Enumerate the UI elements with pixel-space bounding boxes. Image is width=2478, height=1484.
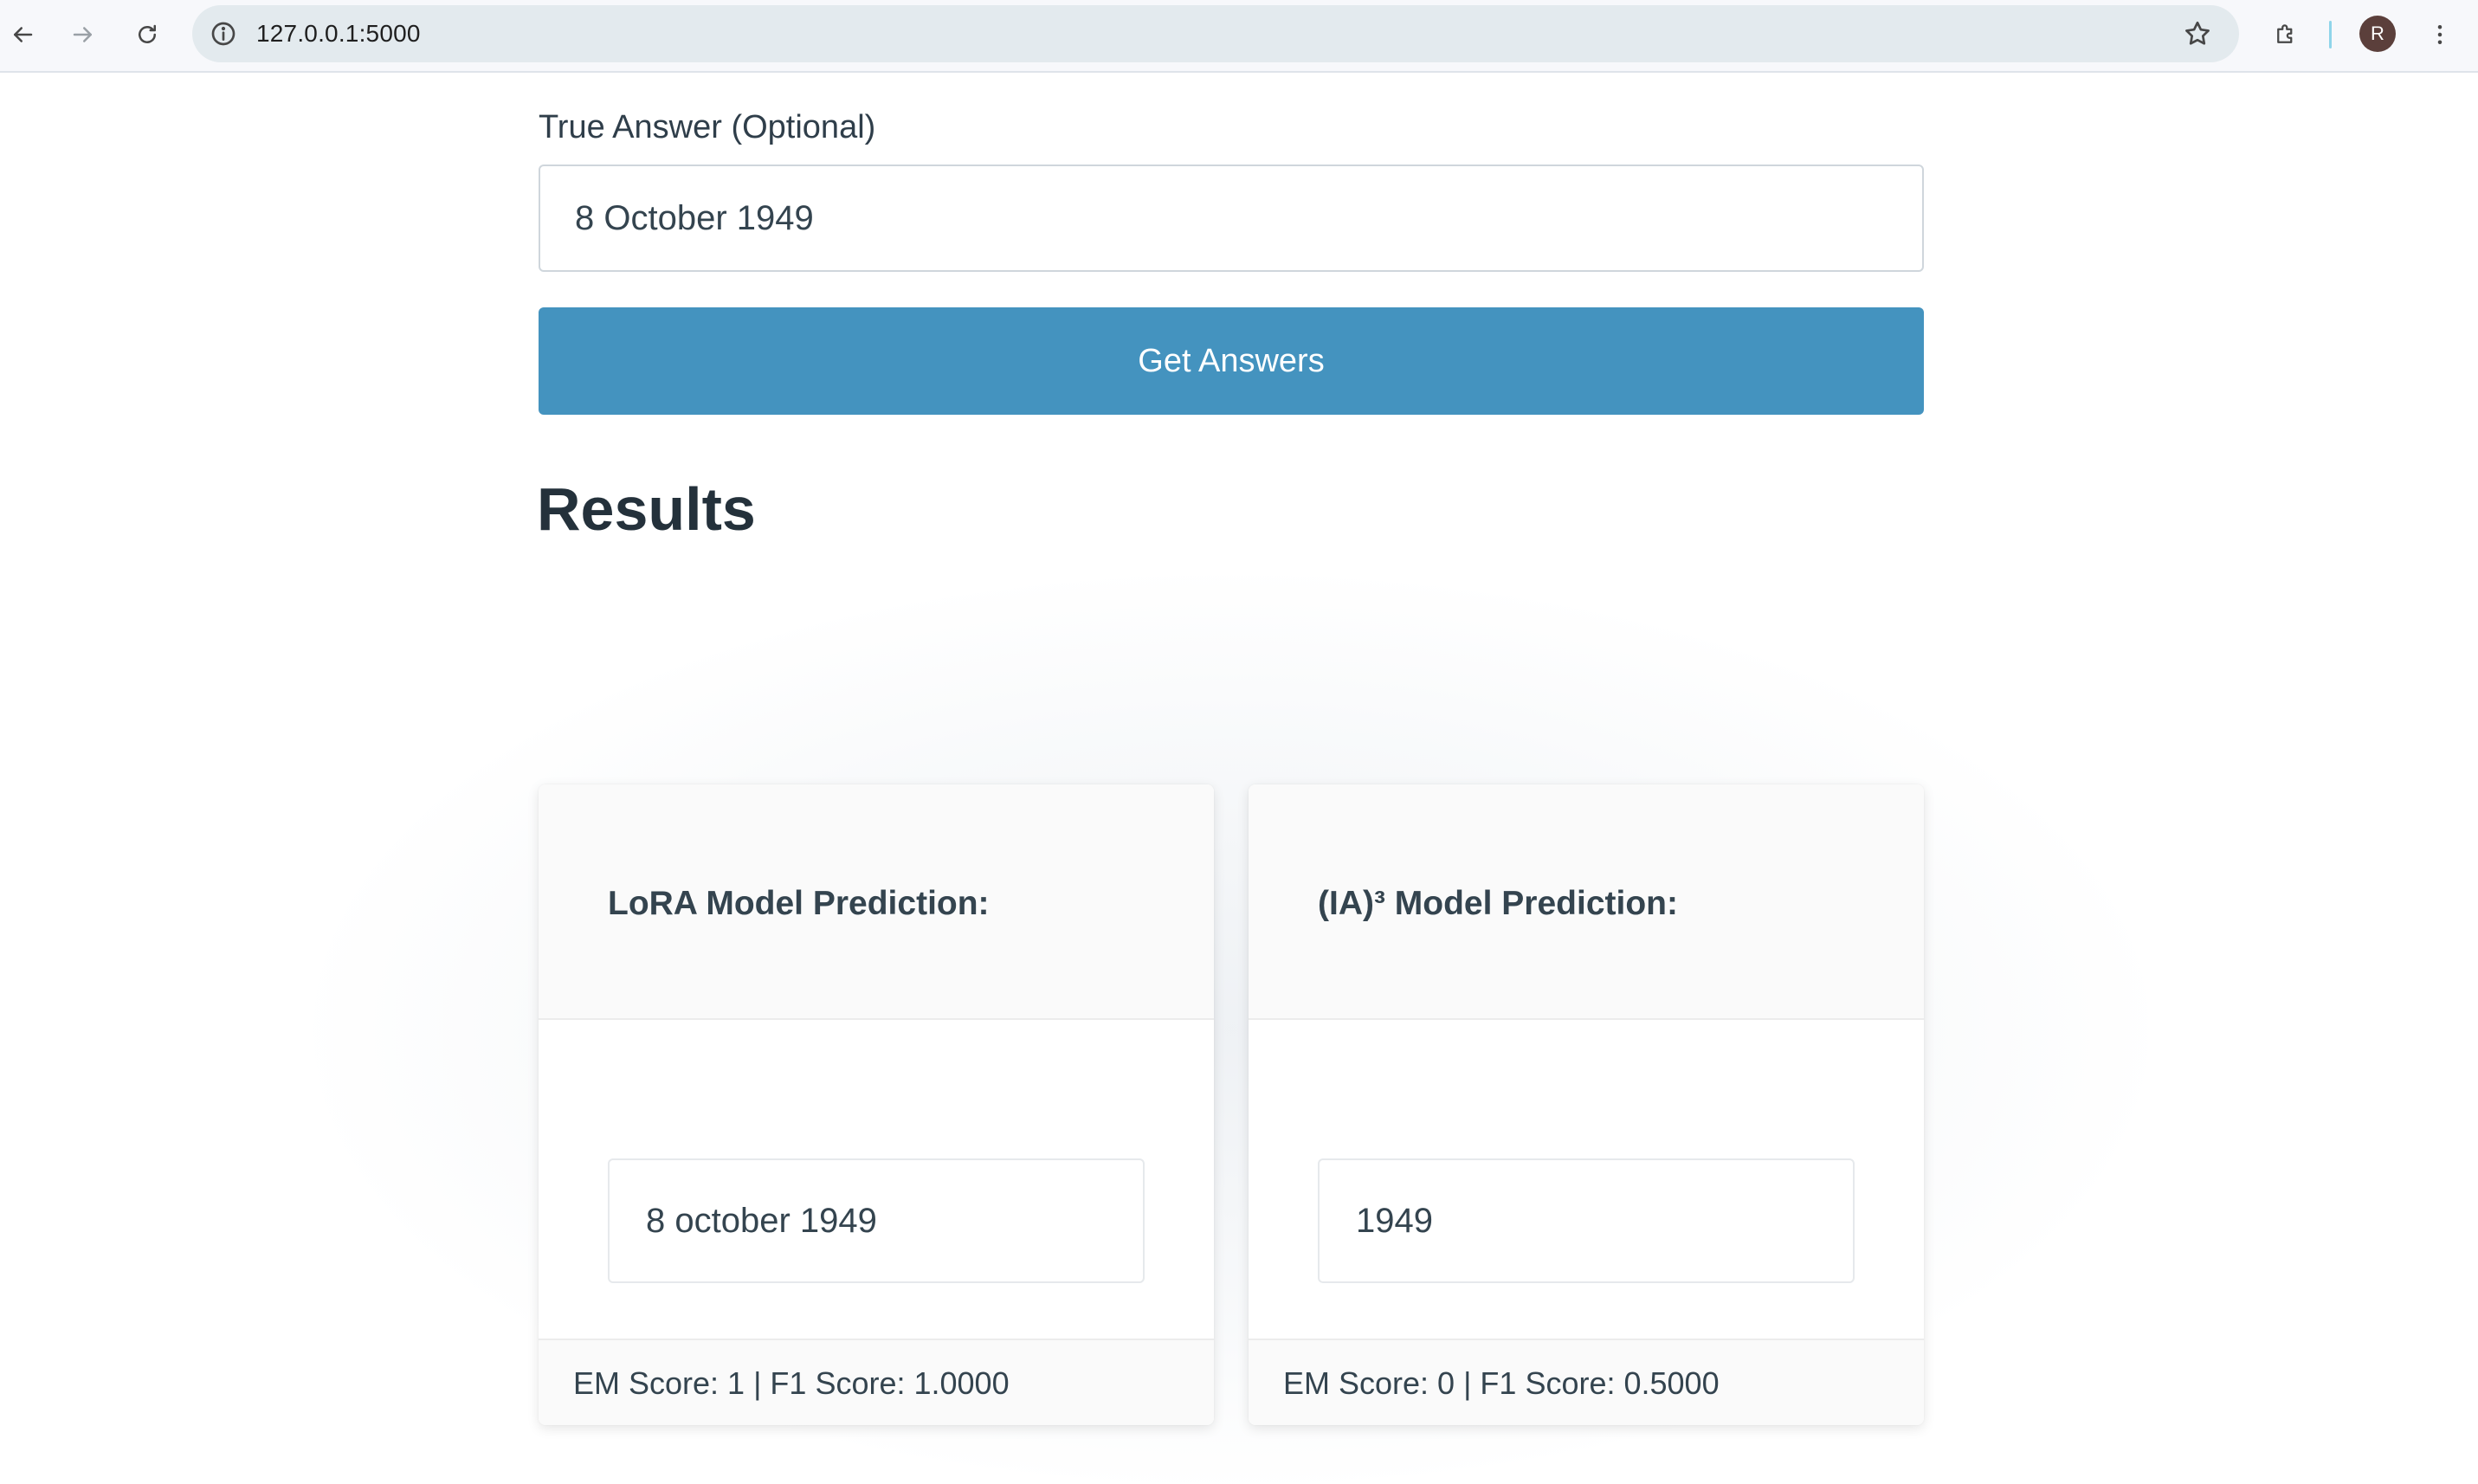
- prediction-answer: 8 october 1949: [608, 1158, 1145, 1283]
- back-button[interactable]: [0, 12, 45, 57]
- reload-button[interactable]: [125, 12, 170, 57]
- browser-menu-button[interactable]: [2417, 12, 2462, 57]
- true-answer-input[interactable]: [539, 165, 1924, 272]
- forward-button[interactable]: [61, 12, 106, 57]
- browser-toolbar: 127.0.0.1:5000 R: [0, 0, 2478, 73]
- card-header: LoRA Model Prediction:: [539, 784, 1214, 1020]
- get-answers-button[interactable]: Get Answers: [539, 307, 1924, 415]
- star-icon[interactable]: [2182, 18, 2213, 49]
- results-container: LoRA Model Prediction: 8 october 1949 EM…: [313, 575, 2149, 1484]
- prediction-answer: 1949: [1318, 1158, 1855, 1283]
- card-title: (IA)³ Model Prediction:: [1318, 885, 1678, 922]
- kebab-menu-icon: [2437, 25, 2443, 44]
- arrow-left-icon: [14, 27, 33, 42]
- score-footer: EM Score: 0 | F1 Score: 0.5000: [1249, 1339, 1924, 1425]
- address-bar[interactable]: 127.0.0.1:5000: [192, 5, 2239, 62]
- lora-prediction-card: LoRA Model Prediction: 8 october 1949 EM…: [539, 784, 1214, 1425]
- reload-icon: [139, 24, 156, 43]
- puzzle-icon: [2277, 24, 2293, 43]
- results-heading: Results: [537, 475, 756, 543]
- extensions-button[interactable]: [2263, 12, 2308, 57]
- profile-avatar[interactable]: R: [2359, 16, 2396, 52]
- page-content: True Answer (Optional) Get Answers Resul…: [0, 73, 2478, 1484]
- arrow-right-icon: [73, 27, 92, 42]
- card-title: LoRA Model Prediction:: [608, 885, 990, 922]
- ia3-prediction-card: (IA)³ Model Prediction: 1949 EM Score: 0…: [1249, 784, 1924, 1425]
- url-text[interactable]: 127.0.0.1:5000: [256, 5, 421, 62]
- toolbar-divider: [2329, 21, 2332, 48]
- score-footer: EM Score: 1 | F1 Score: 1.0000: [539, 1339, 1214, 1425]
- card-header: (IA)³ Model Prediction:: [1249, 784, 1924, 1020]
- true-answer-label: True Answer (Optional): [539, 109, 876, 145]
- info-icon[interactable]: [210, 20, 237, 48]
